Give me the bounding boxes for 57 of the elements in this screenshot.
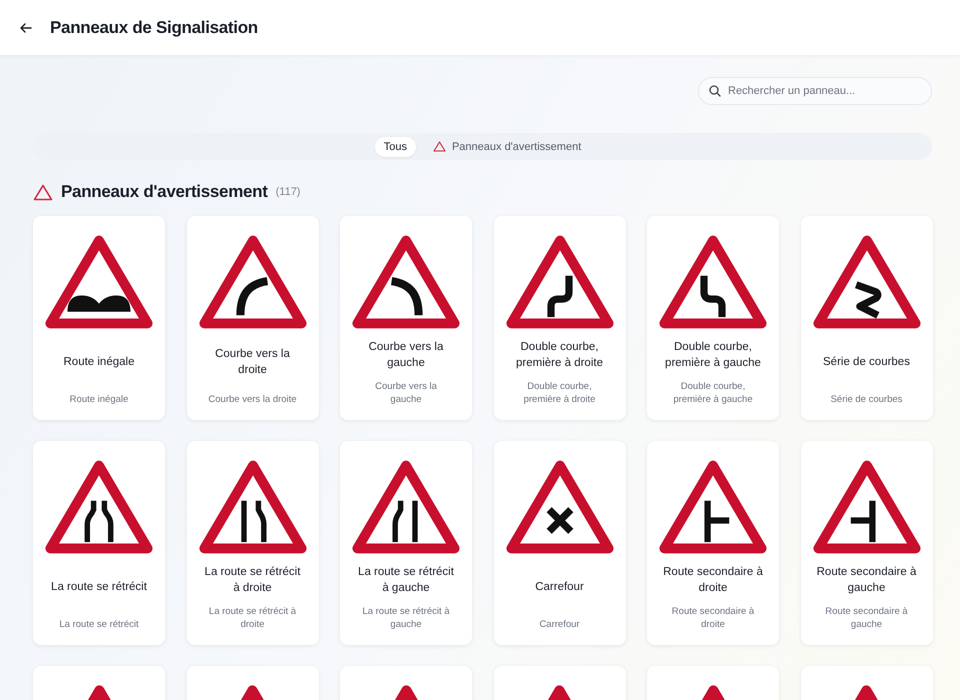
sign-card[interactable]: Courbe vers la gauche Courbe vers la gauche	[340, 216, 472, 420]
sign-title: Série de courbes	[823, 354, 910, 370]
search-field[interactable]: Rechercher un panneau...	[698, 77, 932, 105]
sign-card[interactable]: Route secondaire à gauche Route secondaire à gauche	[800, 441, 932, 645]
sign-description: Courbe vers la gauche	[374, 380, 438, 406]
sign-description: Double courbe, première à gauche	[672, 380, 754, 406]
warning-sign-icon	[352, 459, 460, 555]
sign-description: La route se rétrécit à droite	[208, 605, 298, 631]
sign-card[interactable]: Série de courbes Série de courbes	[800, 216, 932, 420]
warning-sign-icon	[812, 459, 920, 555]
search-icon	[709, 85, 721, 97]
warning-sign-icon	[812, 234, 920, 330]
sign-description: Double courbe, première à droite	[522, 380, 596, 406]
sign-title: Courbe vers la droite	[214, 346, 291, 378]
warning-sign-icon	[506, 234, 614, 330]
sign-card[interactable]: Route secondaire à droite Route secondaire à droite	[647, 441, 779, 645]
sign-description: Courbe vers la droite	[207, 393, 298, 406]
sign-card[interactable]: La route se rétrécit La route se rétrécit	[33, 441, 165, 645]
sign-title: La route se rétrécit à droite	[204, 565, 302, 596]
sign-title: Double courbe, première à gauche	[664, 340, 762, 371]
filter-tab[interactable]: Tous	[374, 136, 416, 156]
sign-title: La route se rétrécit	[51, 580, 147, 594]
warning-triangle-icon	[432, 141, 446, 152]
sign-description: Route secondaire à gauche	[824, 605, 909, 631]
item-count: (117)	[276, 186, 300, 198]
warning-sign-icon	[352, 234, 460, 330]
warning-sign-icon	[506, 459, 614, 555]
sign-title: Courbe vers la gauche	[368, 340, 444, 371]
sign-card[interactable]: La route se rétrécit à droite La route se rétrécit à droite	[186, 441, 318, 645]
sign-description: Route inégale	[68, 393, 130, 406]
sign-title: Carrefour	[535, 580, 584, 594]
warning-sign-icon	[198, 234, 306, 330]
warning-sign-icon	[659, 459, 767, 555]
sign-description: Carrefour	[538, 618, 581, 631]
sign-description: Série de courbes	[830, 393, 904, 406]
warning-sign-icon	[45, 234, 153, 330]
warning-sign-icon	[659, 234, 767, 330]
sign-card[interactable]: Carrefour Carrefour	[494, 441, 626, 645]
sign-description: Route secondaire à droite	[670, 605, 756, 631]
warning-sign-icon	[198, 459, 306, 555]
filter-tab[interactable]: Panneaux d'avertissement	[424, 136, 590, 156]
warning-triangle-icon	[33, 184, 53, 200]
sign-description: La route se rétrécit	[58, 618, 140, 631]
sign-title: Double courbe, première à droite	[515, 340, 604, 371]
sign-card[interactable]: Courbe vers la droite Courbe vers la droite	[186, 216, 318, 420]
sign-title: La route se rétrécit à gauche	[357, 565, 455, 596]
section-title: Panneaux d'avertissement	[61, 182, 268, 202]
sign-card[interactable]: Double courbe, première à droite Double courbe, première à droite	[494, 216, 626, 420]
sign-card[interactable]: La route se rétrécit à gauche La route se rétrécit à gauche	[340, 441, 472, 645]
sign-card[interactable]: Double courbe, première à gauche Double courbe, première à gauche	[647, 216, 779, 420]
warning-sign-icon	[45, 459, 153, 555]
sign-description: La route se rétrécit à gauche	[361, 605, 451, 631]
sign-card[interactable]: Route inégale Route inégale	[33, 216, 165, 420]
page-title: Panneaux de Signalisation	[50, 18, 258, 38]
sign-title: Route secondaire à gauche	[816, 565, 916, 596]
sign-title: Route inégale	[64, 354, 134, 370]
sign-title: Route secondaire à droite	[663, 565, 763, 596]
